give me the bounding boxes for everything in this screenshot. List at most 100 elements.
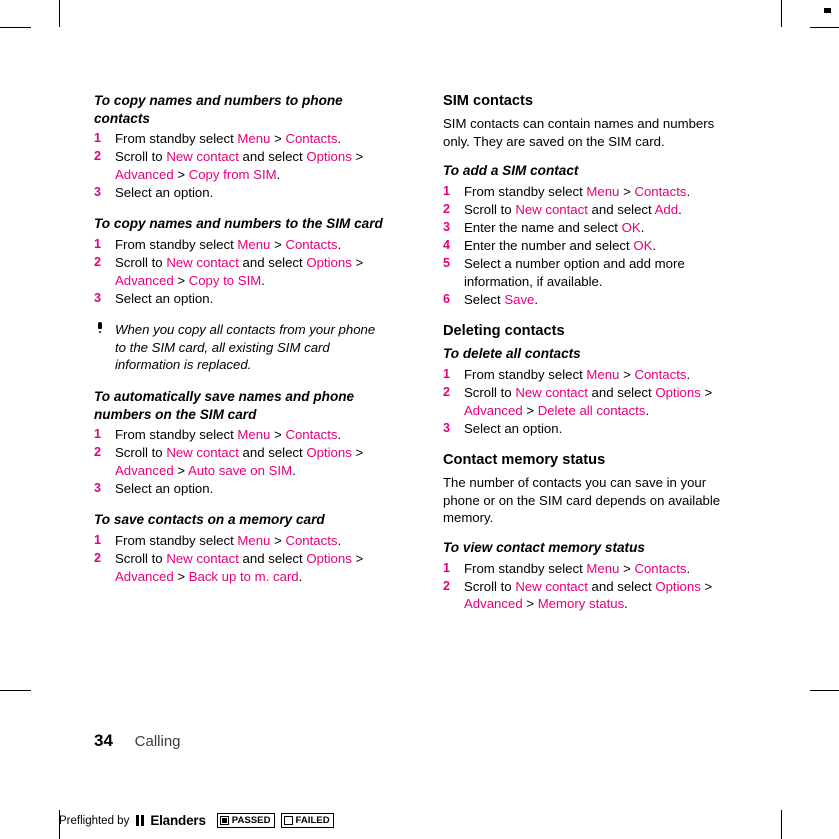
section-heading: SIM contacts <box>443 93 534 109</box>
menu-item-reference: Options <box>306 551 352 566</box>
procedure-steps: From standby select Menu > Contacts. Scro… <box>443 183 737 309</box>
task-heading: To copy names and numbers to phone conta… <box>94 93 343 126</box>
step-text: > <box>351 149 364 165</box>
procedure-steps: From standby select Menu > Contacts. Scro… <box>94 130 388 201</box>
step-text: > <box>700 578 713 594</box>
elanders-logo: Elanders <box>136 813 206 828</box>
procedure-step: From standby select Menu > Contacts. <box>94 532 388 550</box>
menu-item-reference: New contact <box>166 445 239 461</box>
menu-item-reference: New contact <box>515 201 588 217</box>
step-text: > <box>270 427 286 443</box>
step-text: > <box>351 551 364 566</box>
step-text: and select <box>238 445 307 461</box>
step-text: . <box>292 462 296 478</box>
preflight-failed-label: FAILED <box>295 815 330 826</box>
left-column: To copy names and numbers to phone conta… <box>94 92 388 599</box>
menu-item-reference: Options <box>655 384 701 400</box>
page-section-name: Calling <box>134 733 181 750</box>
preflight-bar: Preflighted by Elanders PASSED FAILED <box>59 813 340 828</box>
procedure-step: Scroll to New contact and select Add. <box>443 201 737 219</box>
procedure-step: Select Save. <box>443 291 737 309</box>
step-text: Select an option. <box>464 420 563 436</box>
task-heading: To automatically save names and phone nu… <box>94 389 355 422</box>
procedure-step: Select an option. <box>443 420 737 438</box>
step-text: . <box>337 131 342 146</box>
step-text: > <box>351 254 364 270</box>
procedure-steps: From standby select Menu > Contacts. Scro… <box>443 560 737 613</box>
step-text: and select <box>238 551 307 566</box>
step-text: > <box>522 402 538 418</box>
step-text: Enter the name and select <box>464 219 622 235</box>
task-heading: To save contacts on a memory card <box>94 512 325 528</box>
step-text: and select <box>587 578 656 594</box>
crop-mark-bottom-right-vertical <box>781 810 782 839</box>
procedure-step: From standby select Menu > Contacts. <box>94 426 388 444</box>
step-text: . <box>686 560 691 576</box>
step-text: > <box>270 131 286 146</box>
menu-item-reference: Advanced <box>115 462 174 478</box>
procedure-step: From standby select Menu > Contacts. <box>443 183 737 201</box>
tip-note-text: When you copy all contacts from your pho… <box>115 322 376 373</box>
menu-item-reference: Options <box>306 149 352 165</box>
task-heading: To copy names and numbers to the SIM car… <box>94 216 383 232</box>
menu-item-reference: New contact <box>515 384 588 400</box>
menu-item-reference: New contact <box>166 551 239 566</box>
section-heading: Deleting contacts <box>443 323 565 340</box>
step-text: > <box>351 445 364 461</box>
step-text: . <box>678 201 682 217</box>
procedure-step: Scroll to New contact and select Options… <box>94 550 388 585</box>
step-text: > <box>700 384 713 400</box>
menu-item-reference: Memory status <box>537 596 625 612</box>
procedure-step: Scroll to New contact and select Options… <box>94 444 388 479</box>
step-text: Scroll to <box>115 551 167 566</box>
step-text: From standby select <box>115 532 238 548</box>
procedure-step: Select a number option and add more info… <box>443 255 737 290</box>
menu-item-reference: Back up to m. card <box>188 568 299 584</box>
step-text: . <box>534 291 539 307</box>
procedure-step: Scroll to New contact and select Options… <box>94 254 388 289</box>
menu-item-reference: Copy from SIM <box>188 166 277 182</box>
step-text: > <box>522 596 538 612</box>
menu-item-reference: Add <box>654 201 679 217</box>
menu-item-reference: Save <box>504 291 535 307</box>
body-paragraph: SIM contacts can contain names and numbe… <box>443 116 715 149</box>
task-heading: To view contact memory status <box>443 540 645 555</box>
task-heading: To delete all contacts <box>443 346 581 362</box>
menu-item-reference: Options <box>306 254 352 270</box>
menu-item-reference: Advanced <box>115 166 174 182</box>
elanders-wordmark: Elanders <box>150 813 206 828</box>
menu-item-reference: Options <box>655 578 701 594</box>
right-column: SIM contacts SIM contacts can contain nam… <box>443 92 737 627</box>
step-text: From standby select <box>115 427 238 443</box>
step-text: Scroll to <box>115 254 167 270</box>
step-text: . <box>298 568 303 584</box>
menu-item-reference: Auto save on SIM <box>187 462 293 478</box>
procedure-steps: From standby select Menu > Contacts. Scro… <box>94 426 388 497</box>
section-heading: Contact memory status <box>443 452 606 469</box>
menu-item-reference: Contacts <box>285 427 338 443</box>
procedure-step: Scroll to New contact and select Options… <box>443 384 737 419</box>
menu-item-reference: Menu <box>586 366 620 382</box>
tip-note: When you copy all contacts from your pho… <box>94 321 388 374</box>
step-text: . <box>686 183 691 199</box>
menu-item-reference: Contacts <box>285 532 338 548</box>
procedure-steps: From standby select Menu > Contacts. Scro… <box>94 236 388 307</box>
procedure-step: From standby select Menu > Contacts. <box>443 560 737 578</box>
preflight-passed-badge: PASSED <box>216 813 275 828</box>
step-text: . <box>686 366 691 382</box>
step-text: Select an option. <box>115 480 214 496</box>
step-text: and select <box>587 201 655 217</box>
step-text: From standby select <box>464 183 587 199</box>
step-text: Scroll to <box>464 384 516 400</box>
step-text: > <box>270 532 286 548</box>
step-text: . <box>337 236 342 252</box>
menu-item-reference: New contact <box>515 578 588 594</box>
menu-item-reference: Advanced <box>464 402 523 418</box>
menu-item-reference: Advanced <box>115 568 174 584</box>
menu-item-reference: Contacts <box>634 366 687 382</box>
procedure-step: From standby select Menu > Contacts. <box>94 130 388 148</box>
step-text: Scroll to <box>464 201 516 217</box>
logo-bars-icon <box>136 815 148 826</box>
step-text: Select an option. <box>115 290 214 306</box>
manual-page: To copy names and numbers to phone conta… <box>0 0 839 790</box>
